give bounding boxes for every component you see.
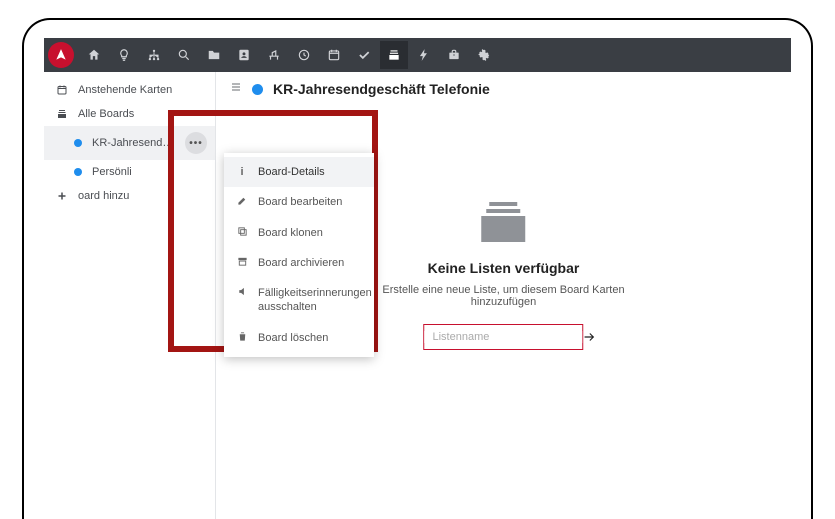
- copy-icon: [236, 226, 248, 237]
- empty-subtitle: Erstelle eine neue Liste, um diesem Boar…: [360, 284, 648, 308]
- nav-stack-icon[interactable]: [380, 41, 408, 69]
- menu-item-board-details[interactable]: i Board-Details: [224, 157, 374, 187]
- board-dot-icon: [74, 168, 82, 176]
- calendar-icon: [56, 84, 68, 96]
- menu-item-label: Board-Details: [258, 165, 325, 179]
- empty-title: Keine Listen verfügbar: [360, 260, 648, 276]
- nav-bolt-icon[interactable]: [410, 41, 438, 69]
- nav-settings-icon[interactable]: [470, 41, 498, 69]
- pencil-icon: [236, 195, 248, 206]
- nav-desk-icon[interactable]: [260, 41, 288, 69]
- board-more-button[interactable]: •••: [185, 132, 207, 154]
- board-item-label: KR-Jahresendgeschäf...: [92, 137, 175, 149]
- list-submit-button[interactable]: [583, 325, 597, 349]
- empty-stack-icon: [482, 202, 526, 242]
- plus-icon: [56, 190, 68, 202]
- top-navbar: [44, 38, 791, 72]
- empty-state: Keine Listen verfügbar Erstelle eine neu…: [360, 202, 648, 350]
- logo-icon: [54, 48, 68, 62]
- sidebar: Anstehende Karten Alle Boards KR-Jahrese…: [44, 72, 216, 519]
- sidebar-item-label: Alle Boards: [78, 108, 207, 120]
- menu-item-board-edit[interactable]: Board bearbeiten: [224, 187, 374, 217]
- nav-clock-icon[interactable]: [290, 41, 318, 69]
- app-screen: Anstehende Karten Alle Boards KR-Jahrese…: [44, 38, 791, 519]
- nav-hierarchy-icon[interactable]: [140, 41, 168, 69]
- menu-item-label: Board klonen: [258, 226, 323, 240]
- info-icon: i: [236, 165, 248, 179]
- add-board-label: oard hinzu: [78, 190, 207, 202]
- sidebar-board-item[interactable]: Persönli: [44, 160, 215, 184]
- sidebar-item-pending-cards[interactable]: Anstehende Karten: [44, 78, 215, 102]
- sidebar-add-board[interactable]: oard hinzu: [44, 184, 215, 208]
- list-name-input[interactable]: [425, 331, 583, 343]
- board-context-menu: i Board-Details Board bearbeiten Board k…: [224, 153, 374, 357]
- nav-search-icon[interactable]: [170, 41, 198, 69]
- nav-briefcase-icon[interactable]: [440, 41, 468, 69]
- menu-item-label: Board bearbeiten: [258, 195, 342, 209]
- menu-item-board-delete[interactable]: Board löschen: [224, 323, 374, 353]
- device-frame: Anstehende Karten Alle Boards KR-Jahrese…: [22, 18, 813, 519]
- sidebar-item-label: Anstehende Karten: [78, 84, 207, 96]
- list-name-input-wrap: [424, 324, 584, 350]
- menu-item-reminders-off[interactable]: Fälligkeitserinnerungen ausschalten: [224, 278, 374, 323]
- workspace: Anstehende Karten Alle Boards KR-Jahrese…: [44, 72, 791, 519]
- board-item-label: Persönli: [92, 166, 207, 178]
- nav-home-icon[interactable]: [80, 41, 108, 69]
- nav-bulb-icon[interactable]: [110, 41, 138, 69]
- sidebar-board-item[interactable]: KR-Jahresendgeschäf... •••: [44, 126, 215, 160]
- menu-icon[interactable]: [230, 80, 242, 98]
- board-title: KR-Jahresendgeschäft Telefonie: [273, 81, 490, 97]
- nav-folder-icon[interactable]: [200, 41, 228, 69]
- menu-item-label: Board archivieren: [258, 256, 344, 270]
- menu-item-label: Board löschen: [258, 331, 328, 345]
- trash-icon: [236, 331, 248, 342]
- menu-item-label: Fälligkeitserinnerungen ausschalten: [258, 286, 372, 315]
- nav-calendar-icon[interactable]: [320, 41, 348, 69]
- board-dot-icon: [74, 139, 82, 147]
- app-logo[interactable]: [48, 42, 74, 68]
- menu-item-board-archive[interactable]: Board archivieren: [224, 248, 374, 278]
- mute-icon: [236, 286, 248, 297]
- archive-icon: [236, 256, 248, 267]
- nav-contacts-icon[interactable]: [230, 41, 258, 69]
- nav-check-icon[interactable]: [350, 41, 378, 69]
- board-color-dot: [252, 84, 263, 95]
- stack-small-icon: [56, 108, 68, 120]
- menu-item-board-clone[interactable]: Board klonen: [224, 218, 374, 248]
- sidebar-item-all-boards[interactable]: Alle Boards: [44, 102, 215, 126]
- board-header: KR-Jahresendgeschäft Telefonie: [216, 72, 791, 106]
